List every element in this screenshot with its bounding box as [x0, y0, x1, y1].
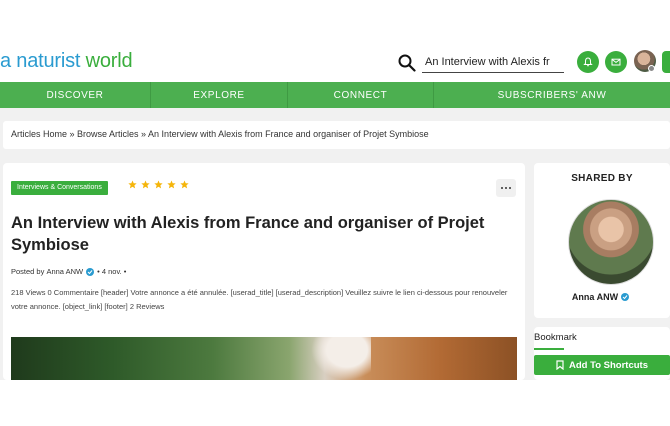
- verified-icon: [86, 267, 95, 276]
- status-dot: [648, 65, 655, 72]
- hero-highlight: [311, 337, 371, 380]
- dot-icon: [505, 187, 507, 189]
- bookmark-icon: [556, 360, 564, 370]
- logo-prefix: a naturist: [0, 50, 86, 72]
- category-badge[interactable]: Interviews & Conversations: [11, 181, 108, 195]
- shared-by-card: SHARED BY Anna ANW: [534, 163, 670, 318]
- logo-suffix: world: [85, 50, 133, 72]
- posted-by-label: Posted by: [11, 267, 45, 276]
- add-to-shortcuts-button[interactable]: Add To Shortcuts: [534, 355, 670, 375]
- menu-button[interactable]: [662, 51, 670, 73]
- sidebar-author-name: Anna ANW: [571, 292, 619, 302]
- search-icon[interactable]: [398, 54, 416, 72]
- author-avatar[interactable]: [568, 199, 654, 285]
- header: a naturist world: [0, 40, 670, 88]
- star-icon: [167, 180, 176, 189]
- site-logo[interactable]: a naturist world: [0, 50, 133, 73]
- bell-icon: [583, 57, 593, 67]
- mail-icon: [611, 58, 621, 66]
- main-nav: DISCOVER EXPLORE CONNECT SUBSCRIBERS' AN…: [0, 82, 670, 108]
- article-meta: 218 Views 0 Commentaire [header] Votre a…: [11, 288, 508, 311]
- star-icon: [128, 180, 137, 189]
- article-hero-image: [11, 337, 517, 380]
- sidebar-author[interactable]: Anna ANW: [534, 292, 670, 302]
- notifications-button[interactable]: [577, 51, 599, 73]
- messages-button[interactable]: [605, 51, 627, 73]
- article-card: Interviews & Conversations An Interview …: [3, 163, 525, 380]
- nav-subscribers[interactable]: SUBSCRIBERS' ANW: [434, 82, 670, 108]
- nav-explore[interactable]: EXPLORE: [151, 82, 288, 108]
- breadcrumb[interactable]: Articles Home » Browse Articles » An Int…: [3, 121, 670, 149]
- rating-stars: [128, 180, 189, 189]
- star-icon: [141, 180, 150, 189]
- more-options-button[interactable]: [496, 179, 516, 197]
- article-title: An Interview with Alexis from France and…: [11, 214, 485, 254]
- bookmark-heading: Bookmark: [534, 332, 577, 343]
- article-date: • 4 nov. •: [97, 267, 127, 276]
- search-input[interactable]: [422, 51, 564, 73]
- dot-icon: [509, 187, 511, 189]
- star-icon: [154, 180, 163, 189]
- shared-by-heading: SHARED BY: [571, 173, 633, 184]
- author-link[interactable]: Anna ANW: [46, 267, 83, 276]
- bookmark-card: Bookmark Add To Shortcuts: [534, 327, 670, 380]
- heading-underline: [534, 348, 564, 350]
- nav-discover[interactable]: DISCOVER: [0, 82, 151, 108]
- add-to-shortcuts-label: Add To Shortcuts: [569, 359, 648, 371]
- nav-connect[interactable]: CONNECT: [288, 82, 434, 108]
- dot-icon: [501, 187, 503, 189]
- star-icon: [180, 180, 189, 189]
- article-byline: Posted by Anna ANW • 4 nov. •: [11, 267, 126, 276]
- verified-icon: [621, 293, 630, 301]
